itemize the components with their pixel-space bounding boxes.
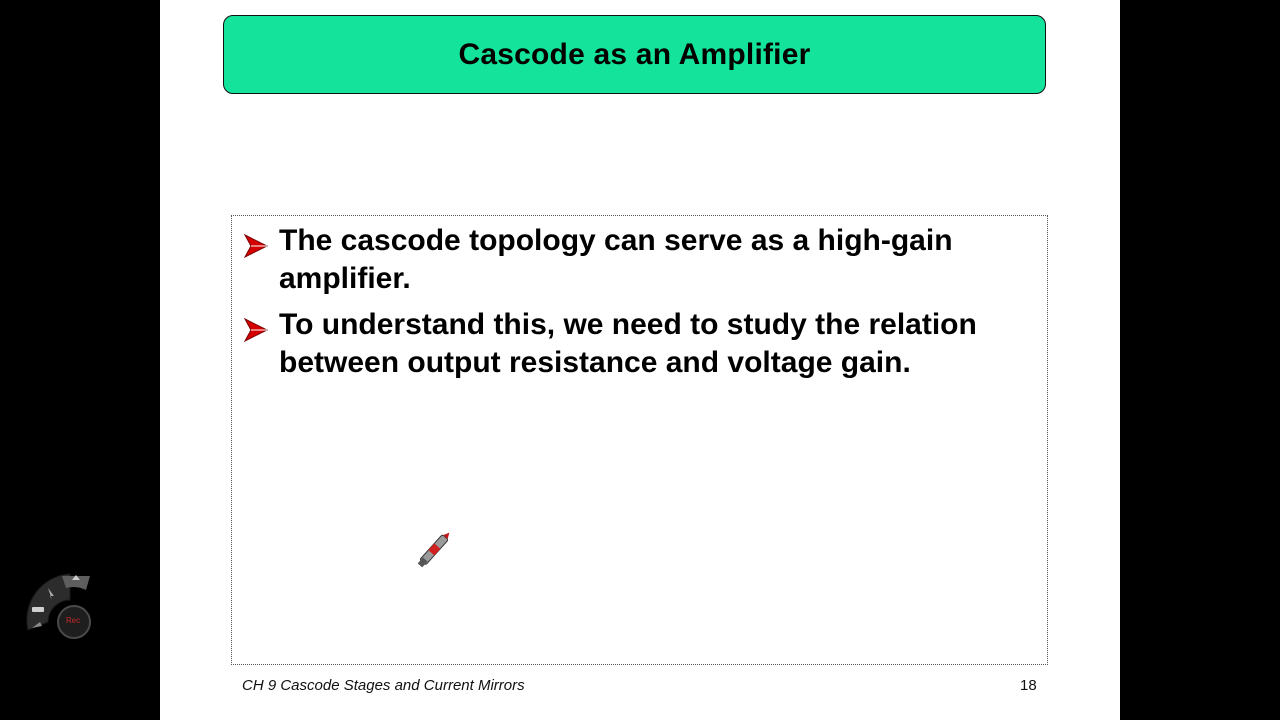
recorder-toolbar[interactable]: Rec [22,570,96,644]
arrowhead-bullet-icon [243,233,269,259]
slide-title-box: Cascode as an Amplifier [223,15,1046,94]
bullet-text: To understand this, we need to study the… [279,308,977,379]
bullet-item: To understand this, we need to study the… [242,306,1039,382]
rec-button-label[interactable]: Rec [66,616,80,625]
content-box: The cascode topology can serve as a high… [231,215,1048,665]
pen-cursor-icon [417,532,450,568]
recording-toolbar-icon [26,573,91,639]
footer-page-number: 18 [1020,677,1037,694]
arrowhead-bullet-icon [243,317,269,343]
slide-title: Cascode as an Amplifier [458,37,811,71]
bullet-item: The cascode topology can serve as a high… [242,222,1039,298]
bullet-text: The cascode topology can serve as a high… [279,224,953,295]
footer-chapter: CH 9 Cascode Stages and Current Mirrors [242,677,525,694]
slide: Cascode as an Amplifier The cascode topo… [160,0,1120,720]
